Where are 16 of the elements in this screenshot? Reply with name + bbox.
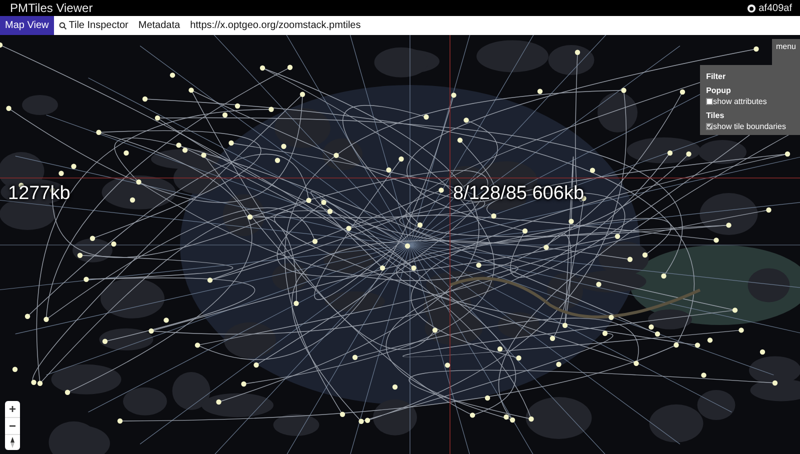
url-text: https://x.optgeo.org/zoomstack.pmtiles: [189, 20, 362, 31]
section-title: Popup: [706, 86, 732, 95]
nav-tab[interactable]: Map View: [0, 16, 54, 35]
checkbox[interactable]: [706, 98, 714, 105]
section-title: Tiles: [706, 111, 726, 120]
section-title: Filter: [706, 72, 727, 81]
menu-button[interactable]: menu: [772, 39, 800, 65]
search-icon: [58, 22, 67, 30]
zoom-in-button[interactable]: +: [5, 401, 20, 418]
username-link[interactable]: af409af: [758, 2, 792, 14]
option-label: show attributes: [713, 97, 767, 106]
zoom-out-button[interactable]: −: [5, 418, 20, 435]
app-title: PMTiles Viewer: [10, 1, 93, 15]
tile-label: 1277kb: [8, 183, 70, 205]
option-label: show tile boundaries: [713, 122, 786, 131]
checkbox[interactable]: [706, 123, 714, 130]
